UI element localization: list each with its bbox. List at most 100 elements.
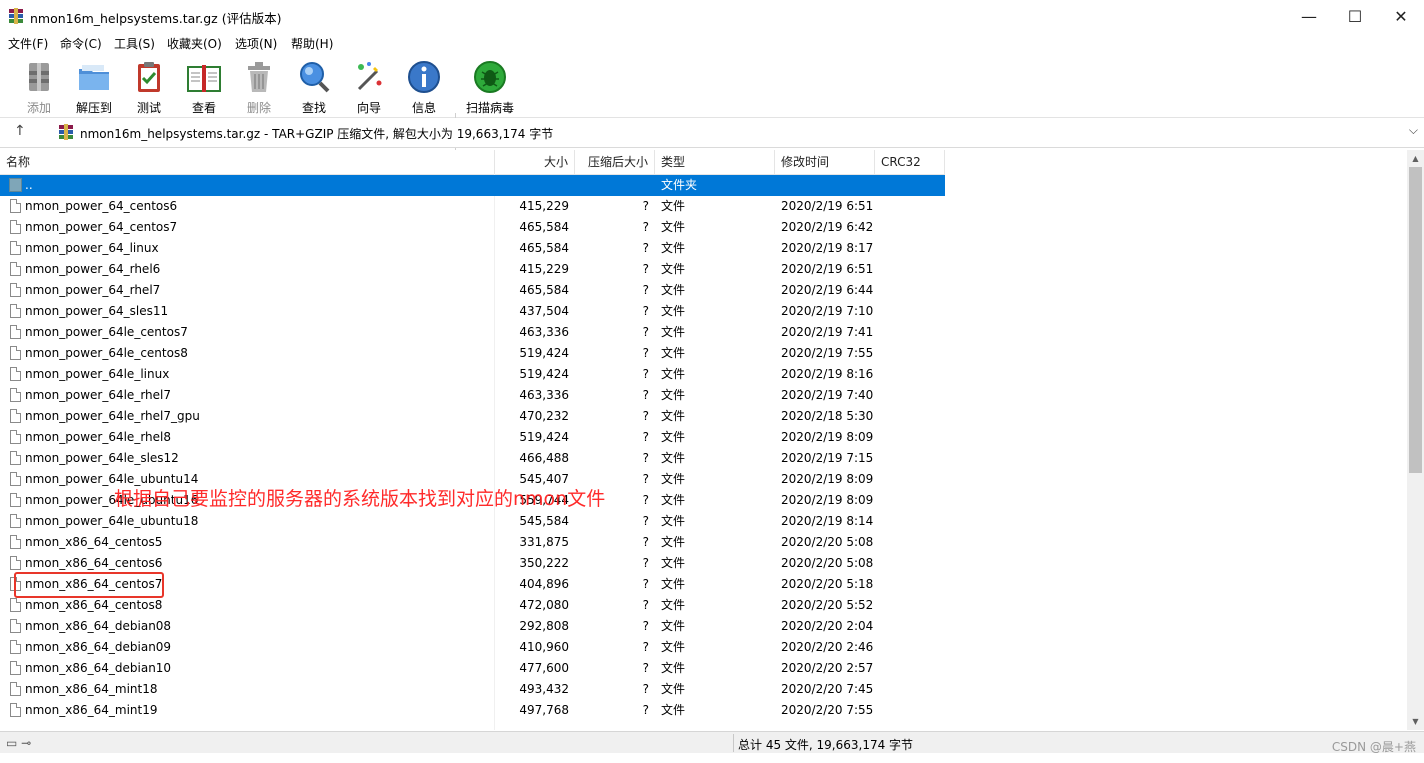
add-button[interactable]: 添加 bbox=[13, 57, 65, 115]
table-row[interactable]: nmon_power_64_linux 465,584? 文件 2020/2/19 8… bbox=[0, 238, 945, 259]
table-row[interactable]: nmon_x86_64_mint19 497,768? 文件 2020/2/20 7:… bbox=[0, 700, 945, 721]
cell-type: 文件 bbox=[661, 346, 686, 360]
menu-commands[interactable]: 命令(C) bbox=[60, 35, 102, 52]
test-label: 测试 bbox=[136, 101, 161, 115]
table-row[interactable]: nmon_power_64_centos7 465,584? 文件 2020/2/19… bbox=[0, 217, 945, 238]
find-button[interactable]: 查找 bbox=[288, 57, 340, 115]
cell-type: 文件 bbox=[661, 577, 686, 591]
cell-mtime: 2020/2/19 8:09 bbox=[781, 472, 873, 486]
close-button[interactable]: ✕ bbox=[1378, 0, 1424, 32]
table-row[interactable]: nmon_power_64le_centos8 519,424? 文件 2020/2/… bbox=[0, 343, 945, 364]
file-icon bbox=[10, 493, 21, 507]
cell-packed: ? bbox=[642, 682, 649, 696]
table-row[interactable]: nmon_x86_64_centos8 472,080? 文件 2020/2/20 5… bbox=[0, 595, 945, 616]
wizard-label: 向导 bbox=[356, 101, 381, 115]
cell-mtime: 2020/2/19 7:40 bbox=[781, 388, 873, 402]
cell-name: nmon_power_64_sles11 bbox=[25, 304, 169, 318]
cell-name: nmon_power_64le_sles12 bbox=[25, 451, 179, 465]
cell-size: 497,768 bbox=[519, 703, 569, 717]
table-row[interactable]: nmon_power_64_centos6 415,229? 文件 2020/2/19… bbox=[0, 196, 945, 217]
cell-mtime: 2020/2/19 8:09 bbox=[781, 493, 873, 507]
chevron-down-icon[interactable]: ⌵ bbox=[1409, 123, 1418, 138]
cell-type: 文件 bbox=[661, 682, 686, 696]
cell-type: 文件 bbox=[661, 535, 686, 549]
scroll-down-icon[interactable]: ▼ bbox=[1407, 713, 1424, 730]
column-crc32[interactable]: CRC32 bbox=[875, 150, 945, 174]
column-modified[interactable]: 修改时间 bbox=[775, 150, 875, 174]
delete-label: 删除 bbox=[246, 101, 271, 115]
cell-name: nmon_power_64_rhel7 bbox=[25, 283, 161, 297]
cell-mtime: 2020/2/19 8:14 bbox=[781, 514, 873, 528]
table-row[interactable]: nmon_power_64le_rhel7_gpu 470,232? 文件 2020/… bbox=[0, 406, 945, 427]
table-row[interactable]: nmon_x86_64_debian08 292,808? 文件 2020/2/20 … bbox=[0, 616, 945, 637]
test-clipboard-icon bbox=[138, 62, 160, 92]
table-row[interactable]: nmon_x86_64_centos5 331,875? 文件 2020/2/20 5… bbox=[0, 532, 945, 553]
cell-size: 472,080 bbox=[519, 598, 569, 612]
menu-help[interactable]: 帮助(H) bbox=[291, 35, 333, 52]
cell-mtime: 2020/2/19 7:41 bbox=[781, 325, 873, 339]
menu-options[interactable]: 选项(N) bbox=[235, 35, 277, 52]
table-row[interactable]: nmon_power_64le_sles12 466,488? 文件 2020/2/1… bbox=[0, 448, 945, 469]
cell-name: nmon_x86_64_debian10 bbox=[25, 661, 172, 675]
table-row[interactable]: nmon_power_64_sles11 437,504? 文件 2020/2/19 … bbox=[0, 301, 945, 322]
cell-type: 文件 bbox=[661, 220, 686, 234]
cell-mtime: 2020/2/20 2:04 bbox=[781, 619, 873, 633]
file-icon bbox=[10, 472, 21, 486]
table-row[interactable]: nmon_x86_64_debian10 477,600? 文件 2020/2/20 … bbox=[0, 658, 945, 679]
cell-name: nmon_power_64le_rhel7_gpu bbox=[25, 409, 200, 423]
test-button[interactable]: 测试 bbox=[123, 57, 175, 115]
table-row[interactable]: nmon_power_64le_rhel8 519,424? 文件 2020/2/19… bbox=[0, 427, 945, 448]
table-row[interactable]: nmon_power_64le_ubuntu18 545,584? 文件 2020/2… bbox=[0, 511, 945, 532]
vertical-scrollbar[interactable]: ▲ ▼ bbox=[1407, 150, 1424, 730]
cell-packed: ? bbox=[642, 283, 649, 297]
table-row[interactable]: nmon_x86_64_centos6 350,222? 文件 2020/2/20 5… bbox=[0, 553, 945, 574]
up-arrow-icon[interactable]: ↑ bbox=[14, 123, 26, 139]
cell-type: 文件 bbox=[661, 283, 686, 297]
virus-scan-button[interactable]: 扫描病毒 bbox=[462, 57, 518, 115]
column-type[interactable]: 类型 bbox=[655, 150, 775, 174]
cell-type: 文件 bbox=[661, 388, 686, 402]
address-field[interactable]: nmon16m_helpsystems.tar.gz - TAR+GZIP 压缩… bbox=[54, 121, 1422, 143]
cell-type: 文件 bbox=[661, 493, 686, 507]
table-row[interactable]: nmon_power_64_rhel6 415,229? 文件 2020/2/19 6… bbox=[0, 259, 945, 280]
menu-favorites[interactable]: 收藏夹(O) bbox=[167, 35, 222, 52]
wizard-button[interactable]: 向导 bbox=[343, 57, 395, 115]
menu-file[interactable]: 文件(F) bbox=[8, 35, 48, 52]
column-size[interactable]: 大小 bbox=[495, 150, 575, 174]
menu-tools[interactable]: 工具(S) bbox=[114, 35, 155, 52]
address-bar: ↑ nmon16m_helpsystems.tar.gz - TAR+GZIP … bbox=[0, 118, 1424, 148]
cell-type: 文件 bbox=[661, 703, 686, 717]
cell-packed: ? bbox=[642, 640, 649, 654]
cell-type: 文件 bbox=[661, 325, 686, 339]
delete-button[interactable]: 删除 bbox=[233, 57, 285, 115]
scroll-thumb[interactable] bbox=[1409, 167, 1422, 473]
view-button[interactable]: 查看 bbox=[178, 57, 230, 115]
scroll-up-icon[interactable]: ▲ bbox=[1407, 150, 1424, 167]
cell-packed: ? bbox=[642, 451, 649, 465]
extract-to-button[interactable]: 解压到 bbox=[68, 57, 120, 115]
maximize-button[interactable]: ☐ bbox=[1332, 0, 1378, 32]
cell-type: 文件 bbox=[661, 367, 686, 381]
cell-type: 文件 bbox=[661, 640, 686, 654]
cell-type: 文件 bbox=[661, 241, 686, 255]
drive-key-icon[interactable]: ▭ ⊸ bbox=[6, 736, 31, 750]
table-row[interactable]: nmon_power_64le_rhel7 463,336? 文件 2020/2/19… bbox=[0, 385, 945, 406]
cell-name: nmon_power_64_rhel6 bbox=[25, 262, 161, 276]
column-packed[interactable]: 压缩后大小 bbox=[575, 150, 655, 174]
table-row[interactable]: nmon_x86_64_debian09 410,960? 文件 2020/2/20 … bbox=[0, 637, 945, 658]
table-row[interactable]: nmon_power_64le_linux 519,424? 文件 2020/2/19… bbox=[0, 364, 945, 385]
cell-type: 文件 bbox=[661, 304, 686, 318]
cell-mtime: 2020/2/19 6:44 bbox=[781, 283, 873, 297]
file-icon bbox=[10, 430, 21, 444]
file-icon bbox=[10, 409, 21, 423]
parent-folder-row[interactable]: .. 文件夹 bbox=[0, 175, 945, 196]
file-icon bbox=[10, 346, 21, 360]
info-button[interactable]: 信息 bbox=[398, 57, 450, 115]
watermark: CSDN @晨+燕 bbox=[1331, 740, 1416, 754]
cell-packed: ? bbox=[642, 535, 649, 549]
minimize-button[interactable]: — bbox=[1286, 0, 1332, 32]
toolbar: 添加 解压到 测试 查看 删除 查找 向导 信息 扫描病毒 bbox=[0, 53, 1424, 165]
table-row[interactable]: nmon_x86_64_mint18 493,432? 文件 2020/2/20 7:… bbox=[0, 679, 945, 700]
table-row[interactable]: nmon_power_64le_centos7 463,336? 文件 2020/2/… bbox=[0, 322, 945, 343]
table-row[interactable]: nmon_power_64_rhel7 465,584? 文件 2020/2/19 6… bbox=[0, 280, 945, 301]
